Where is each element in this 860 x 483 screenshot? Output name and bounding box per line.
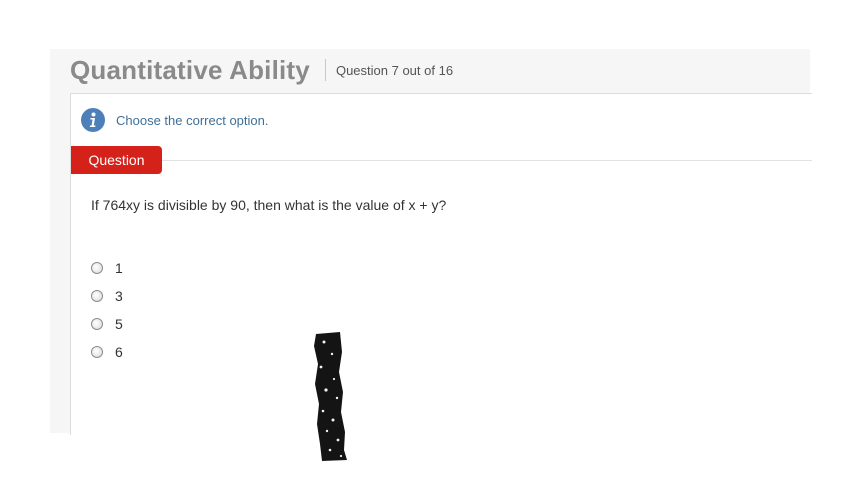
option-1-radio[interactable] — [91, 262, 103, 274]
info-icon — [81, 108, 105, 132]
tab-divider — [162, 160, 812, 161]
option-2[interactable]: 3 — [91, 282, 123, 310]
option-4[interactable]: 6 — [91, 338, 123, 366]
option-4-label[interactable]: 6 — [115, 344, 123, 360]
question-card: Choose the correct option. Question If 7… — [70, 93, 812, 435]
option-3-radio[interactable] — [91, 318, 103, 330]
question-tab: Question — [71, 146, 162, 174]
pen-scribble-mark — [314, 332, 347, 461]
option-1[interactable]: 1 — [91, 254, 123, 282]
question-text: If 764xy is divisible by 90, then what i… — [91, 197, 447, 213]
option-2-radio[interactable] — [91, 290, 103, 302]
section-header: Quantitative Ability Question 7 out of 1… — [70, 50, 453, 90]
option-2-label[interactable]: 3 — [115, 288, 123, 304]
option-3-label[interactable]: 5 — [115, 316, 123, 332]
header-divider — [324, 59, 326, 81]
option-1-label[interactable]: 1 — [115, 260, 123, 276]
section-title: Quantitative Ability — [70, 54, 310, 85]
instruction-text: Choose the correct option. — [116, 112, 269, 128]
question-progress: Question 7 out of 16 — [335, 62, 454, 78]
instruction-row: Choose the correct option. — [81, 108, 268, 132]
options-list: 1 3 5 6 — [91, 254, 123, 366]
screen: Quantitative Ability Question 7 out of 1… — [0, 0, 860, 483]
option-4-radio[interactable] — [91, 346, 103, 358]
question-tab-label: Question — [88, 152, 145, 168]
option-3[interactable]: 5 — [91, 310, 123, 338]
